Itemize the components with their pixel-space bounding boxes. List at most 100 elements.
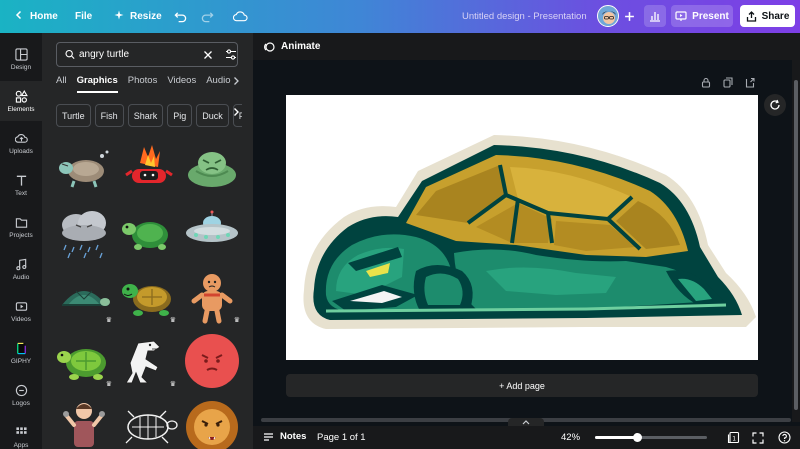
graphic-item[interactable]	[118, 141, 178, 197]
chip-shark[interactable]: Shark	[127, 104, 164, 127]
chip-pig[interactable]: Pig	[167, 104, 193, 127]
zoom-slider-fill	[595, 436, 637, 439]
graphic-item[interactable]	[182, 205, 242, 261]
show-pages-button[interactable]	[508, 418, 544, 426]
animate-button[interactable]: Animate	[263, 41, 320, 53]
editor-area: Animate + Add page	[253, 33, 800, 449]
redo-icon	[201, 11, 214, 22]
add-page-button[interactable]: + Add page	[286, 374, 758, 397]
page-tools	[701, 77, 755, 90]
search-input[interactable]	[79, 49, 189, 60]
graphic-item[interactable]	[54, 397, 114, 449]
rail-item-projects[interactable]: Projects	[0, 207, 42, 247]
graphic-item[interactable]: ♛	[118, 333, 178, 389]
home-button[interactable]: Home	[4, 0, 68, 33]
notes-icon	[264, 432, 273, 441]
angry-turtle-mascot-graphic[interactable]	[286, 95, 758, 360]
search-box[interactable]	[56, 42, 238, 67]
tab-photos[interactable]: Photos	[128, 75, 158, 93]
elements-panel: All Graphics Photos Videos Audio Turtle …	[42, 33, 253, 449]
filter-sliders-icon	[226, 49, 236, 60]
graphic-item[interactable]	[182, 333, 242, 389]
giphy-icon	[16, 342, 26, 354]
add-page-icon-button[interactable]	[745, 77, 755, 90]
rail-item-text[interactable]: Text	[0, 165, 42, 205]
share-button[interactable]: Share	[740, 5, 795, 27]
ufo-turtle-graphic	[186, 210, 238, 242]
chip-fish[interactable]: Fish	[94, 104, 124, 127]
tab-all[interactable]: All	[56, 75, 67, 93]
scrollbar-thumb[interactable]	[794, 80, 798, 410]
cloud-upload-icon	[14, 133, 28, 143]
rail-item-elements[interactable]: Elements	[0, 81, 42, 121]
graphic-item[interactable]	[118, 205, 178, 261]
tab-graphics[interactable]: Graphics	[76, 75, 118, 93]
angry-face-emoji-graphic	[185, 334, 239, 388]
zoom-slider[interactable]	[595, 433, 707, 442]
help-button[interactable]	[777, 430, 792, 445]
insights-button[interactable]	[644, 5, 666, 27]
graphic-item[interactable]	[118, 397, 178, 449]
lock-page-button[interactable]	[701, 77, 711, 90]
chips-next-button[interactable]	[232, 107, 240, 120]
design-page[interactable]	[286, 95, 758, 360]
present-button[interactable]: Present	[671, 5, 733, 27]
cloud-save-button[interactable]	[229, 5, 251, 27]
notes-button[interactable]: Notes	[263, 431, 306, 442]
rail-item-giphy[interactable]: GIPHY	[0, 333, 42, 373]
resize-button[interactable]: Resize	[104, 0, 172, 33]
graphic-item[interactable]: ♛	[54, 269, 114, 325]
graphic-item[interactable]: ♛	[182, 269, 242, 325]
layout-icon	[14, 47, 28, 61]
rail-item-design[interactable]: Design	[0, 39, 42, 79]
close-icon	[204, 50, 212, 59]
graphic-item[interactable]	[54, 205, 114, 261]
present-label: Present	[692, 10, 729, 22]
tabs-next-button[interactable]	[232, 76, 240, 89]
avatar[interactable]	[597, 5, 619, 27]
graphic-item[interactable]: ♛	[54, 333, 114, 389]
invite-button[interactable]	[618, 5, 640, 27]
cloud-check-icon	[232, 11, 248, 22]
rail-item-videos[interactable]: Videos	[0, 291, 42, 331]
chip-turtle[interactable]: Turtle	[56, 104, 91, 127]
graphic-item[interactable]: ♛	[118, 269, 178, 325]
design-title[interactable]: Untitled design - Presentation	[462, 11, 587, 22]
svg-text:1: 1	[732, 436, 736, 443]
file-label: File	[75, 11, 93, 22]
file-menu-button[interactable]: File	[65, 0, 102, 33]
tab-videos[interactable]: Videos	[167, 75, 196, 93]
logo-icon	[15, 384, 27, 396]
rail-label: Elements	[7, 105, 35, 113]
rail-item-audio[interactable]: Audio	[0, 249, 42, 289]
duplicate-icon	[723, 77, 733, 88]
bottom-bar: Notes Page 1 of 1 42% 1	[253, 426, 800, 449]
angry-gamer-flame-graphic	[125, 145, 173, 183]
folder-icon	[15, 217, 27, 228]
refresh-button[interactable]	[764, 94, 786, 116]
fullscreen-button[interactable]	[750, 430, 765, 445]
zoom-slider-handle[interactable]	[633, 433, 642, 442]
zoom-level[interactable]: 42%	[561, 432, 580, 443]
pages-view-button[interactable]: 1	[726, 430, 741, 445]
undo-button[interactable]	[169, 5, 191, 27]
plus-icon	[624, 11, 634, 21]
rail-label: Text	[15, 189, 27, 197]
chip-duck[interactable]: Duck	[196, 104, 229, 127]
apps-icon	[15, 426, 27, 434]
duplicate-page-button[interactable]	[723, 77, 733, 90]
rail-item-uploads[interactable]: Uploads	[0, 123, 42, 163]
tab-audio[interactable]: Audio	[206, 75, 230, 93]
graphic-item[interactable]	[182, 397, 242, 449]
resize-label: Resize	[130, 11, 162, 22]
clear-search-button[interactable]	[203, 50, 213, 60]
rail-item-logos[interactable]: Logos	[0, 375, 42, 415]
graphic-item[interactable]	[182, 141, 242, 197]
text-icon	[16, 175, 26, 186]
redo-button[interactable]	[196, 5, 218, 27]
graphic-item[interactable]	[54, 141, 114, 197]
vertical-scrollbar[interactable]	[792, 60, 800, 422]
present-icon	[675, 10, 687, 21]
rail-item-apps[interactable]: Apps	[0, 417, 42, 449]
filter-button[interactable]	[225, 49, 237, 60]
